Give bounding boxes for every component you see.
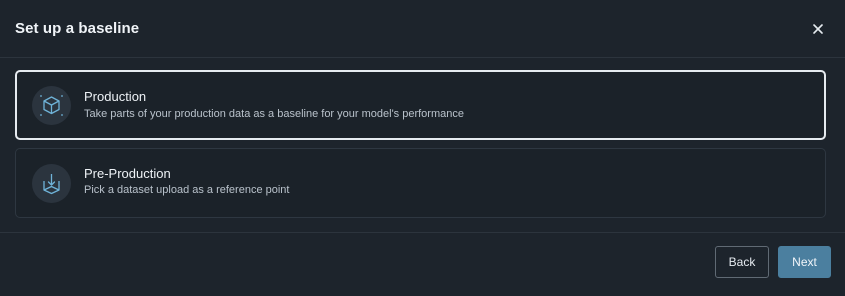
option-description: Take parts of your production data as a …	[84, 108, 464, 120]
next-button[interactable]: Next	[778, 246, 831, 278]
option-pre-production[interactable]: Pre-Production Pick a dataset upload as …	[15, 148, 826, 218]
option-production[interactable]: Production Take parts of your production…	[15, 70, 826, 140]
close-icon	[809, 20, 827, 38]
close-button[interactable]	[809, 20, 827, 38]
cube-icon	[32, 86, 71, 125]
dialog-header: Set up a baseline	[0, 0, 845, 58]
option-description: Pick a dataset upload as a reference poi…	[84, 184, 290, 196]
option-title: Pre-Production	[84, 166, 171, 181]
box-download-icon	[32, 164, 71, 203]
option-title: Production	[84, 89, 147, 104]
baseline-dialog: Set up a baseline Production Take parts …	[0, 0, 845, 296]
back-button[interactable]: Back	[715, 246, 769, 278]
dialog-title: Set up a baseline	[15, 20, 140, 37]
footer-divider	[0, 232, 845, 233]
